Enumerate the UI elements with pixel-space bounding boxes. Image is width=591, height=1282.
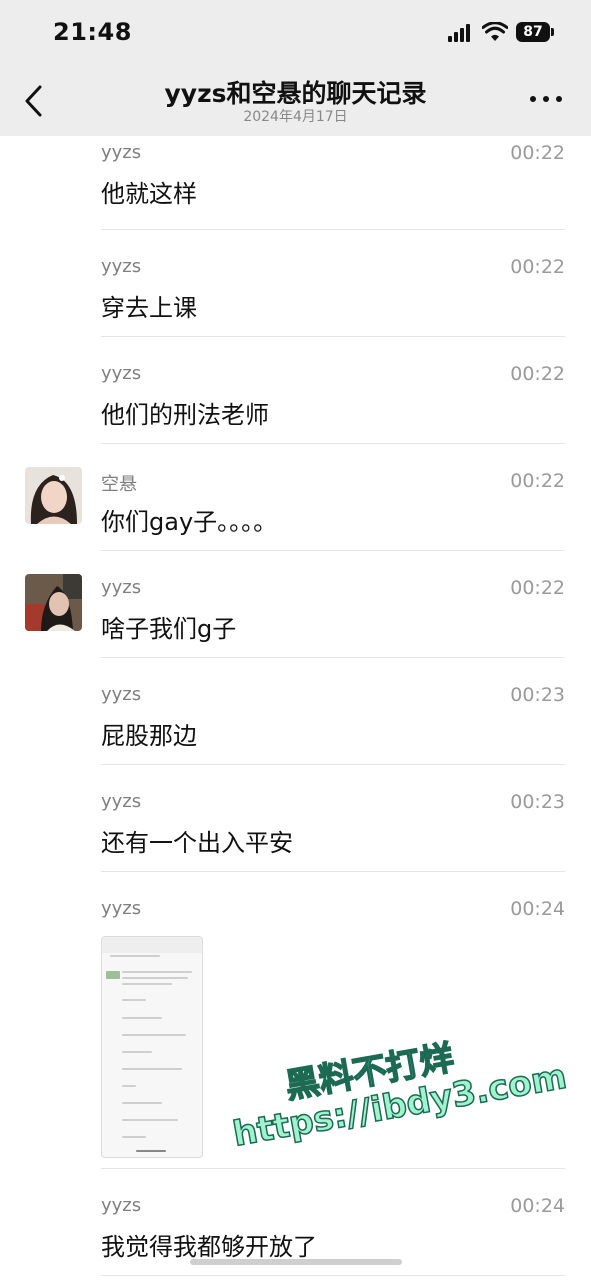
- nav-bar: yyzs和空悬的聊天记录 2024年4月17日: [0, 66, 591, 136]
- divider: [101, 229, 565, 230]
- message-time: 00:24: [510, 1195, 565, 1217]
- divider: [101, 871, 565, 872]
- message-text: 还有一个出入平安: [101, 829, 293, 857]
- wifi-icon: [482, 22, 508, 41]
- message-sender: yyzs: [101, 1195, 142, 1216]
- divider: [101, 1275, 565, 1276]
- message-sender: yyzs: [101, 363, 142, 384]
- page-title: yyzs和空悬的聊天记录: [164, 79, 427, 108]
- home-indicator[interactable]: [190, 1259, 402, 1265]
- message-item[interactable]: yyzs 00:22 他就这样: [0, 136, 591, 229]
- message-text: 啥子我们g子: [101, 615, 237, 643]
- message-text: 他们的刑法老师: [101, 401, 269, 429]
- message-time: 00:24: [510, 898, 565, 920]
- avatar[interactable]: [25, 574, 82, 631]
- message-time: 00:23: [510, 684, 565, 706]
- message-text: 穿去上课: [101, 294, 197, 322]
- message-text: 屁股那边: [101, 722, 197, 750]
- divider: [101, 1168, 565, 1169]
- message-sender: yyzs: [101, 577, 142, 598]
- message-time: 00:22: [510, 256, 565, 278]
- message-text: 你们gay子。。。。: [101, 508, 278, 536]
- divider: [101, 443, 565, 444]
- message-sender: yyzs: [101, 791, 142, 812]
- more-icon[interactable]: [530, 96, 562, 106]
- message-time: 00:22: [510, 470, 565, 492]
- message-sender: yyzs: [101, 142, 142, 163]
- page-subtitle: 2024年4月17日: [243, 109, 348, 125]
- message-item[interactable]: 空悬 00:22 你们gay子。。。。: [0, 464, 591, 557]
- divider: [101, 657, 565, 658]
- message-text: 他就这样: [101, 180, 197, 208]
- avatar[interactable]: [25, 467, 82, 524]
- message-text: 我觉得我都够开放了: [101, 1233, 317, 1261]
- message-item[interactable]: yyzs 00:23 屁股那边: [0, 678, 591, 771]
- status-time: 21:48: [53, 18, 132, 46]
- divider: [101, 336, 565, 337]
- message-sender: yyzs: [101, 684, 142, 705]
- message-time: 00:22: [510, 142, 565, 164]
- message-sender: yyzs: [101, 898, 142, 919]
- status-bar: 21:48 87: [0, 0, 591, 66]
- message-time: 00:22: [510, 363, 565, 385]
- battery-icon: 87: [516, 22, 550, 42]
- message-time: 00:22: [510, 577, 565, 599]
- message-time: 00:23: [510, 791, 565, 813]
- message-sender: 空悬: [101, 474, 137, 495]
- divider: [101, 550, 565, 551]
- message-item[interactable]: yyzs 00:22 啥子我们g子: [0, 571, 591, 664]
- screenshot-thumbnail[interactable]: [101, 936, 203, 1158]
- message-item[interactable]: yyzs 00:22 他们的刑法老师: [0, 357, 591, 450]
- divider: [101, 764, 565, 765]
- message-item[interactable]: yyzs 00:23 还有一个出入平安: [0, 785, 591, 878]
- battery-tip: [551, 28, 554, 36]
- message-item[interactable]: yyzs 00:22 穿去上课: [0, 250, 591, 343]
- cellular-signal-icon: [448, 24, 474, 42]
- message-item[interactable]: yyzs 00:24 我觉得我都够开放了: [0, 1189, 591, 1282]
- message-sender: yyzs: [101, 256, 142, 277]
